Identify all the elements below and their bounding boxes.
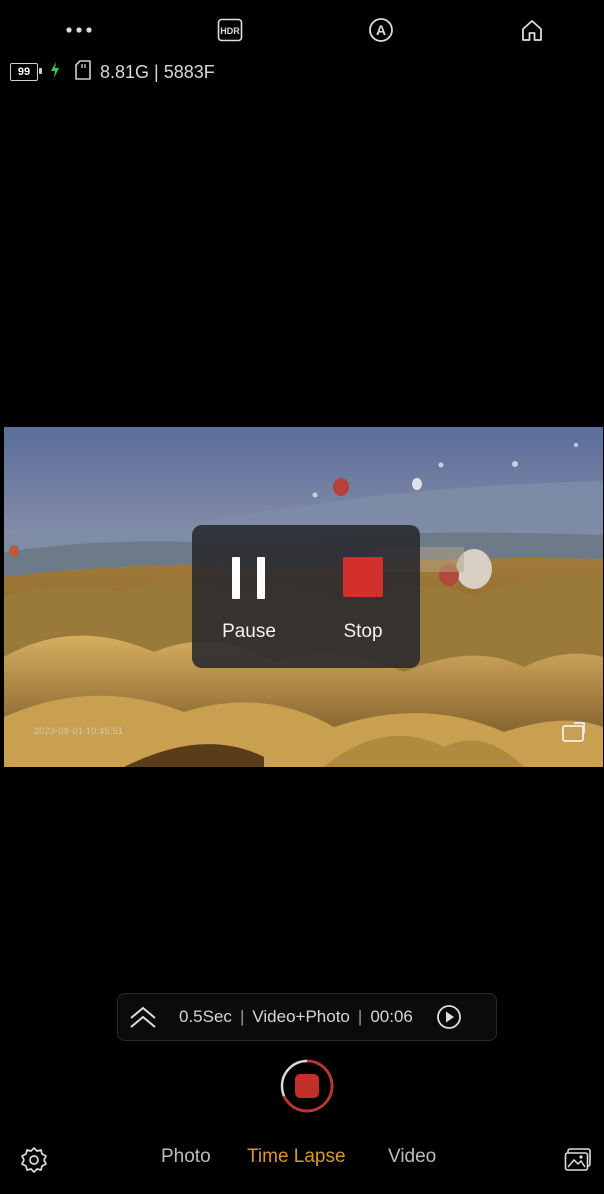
hdr-label: HDR (220, 26, 240, 36)
timelapse-settings-bar[interactable]: 0.5Sec | Video+Photo | 00:06 (117, 993, 497, 1041)
expand-up-icon[interactable] (128, 1004, 158, 1030)
play-icon[interactable] (436, 1004, 462, 1030)
preview-timestamp: 2023-08-01 10:45:51 (34, 726, 124, 736)
home-icon[interactable] (516, 14, 548, 46)
more-icon[interactable] (63, 14, 95, 46)
pause-button[interactable]: Pause (192, 525, 306, 668)
recording-panel: Pause Stop (192, 525, 420, 668)
pause-label: Pause (222, 621, 276, 642)
mode-photo[interactable]: Photo (161, 1146, 211, 1168)
status-row: 99 8.81G | 5883F (10, 59, 215, 86)
gallery-icon[interactable] (563, 1145, 593, 1175)
gallery-export-icon[interactable] (560, 718, 588, 746)
charging-icon (50, 61, 60, 84)
record-button[interactable] (280, 1059, 334, 1113)
duration-value: 00:06 (370, 1007, 413, 1026)
mode-video[interactable]: Video (388, 1146, 436, 1168)
battery-icon: 99 (10, 63, 42, 81)
stop-label: Stop (343, 621, 383, 642)
separator: | (357, 1007, 363, 1026)
storage-info: 8.81G | 5883F (100, 61, 215, 82)
output-value: Video+Photo (252, 1007, 350, 1026)
stop-icon (343, 557, 383, 597)
settings-icon[interactable] (19, 1145, 49, 1175)
battery-level: 99 (17, 66, 31, 78)
sd-card-icon (74, 59, 92, 86)
hdr-icon[interactable]: HDR (214, 14, 246, 46)
auto-mode-icon[interactable]: A (365, 14, 397, 46)
stop-button[interactable]: Stop (306, 525, 420, 668)
interval-value: 0.5Sec (179, 1007, 232, 1026)
auto-label: A (376, 22, 386, 38)
mode-time-lapse[interactable]: Time Lapse (247, 1146, 346, 1168)
pause-icon (232, 557, 265, 599)
separator: | (239, 1007, 245, 1026)
